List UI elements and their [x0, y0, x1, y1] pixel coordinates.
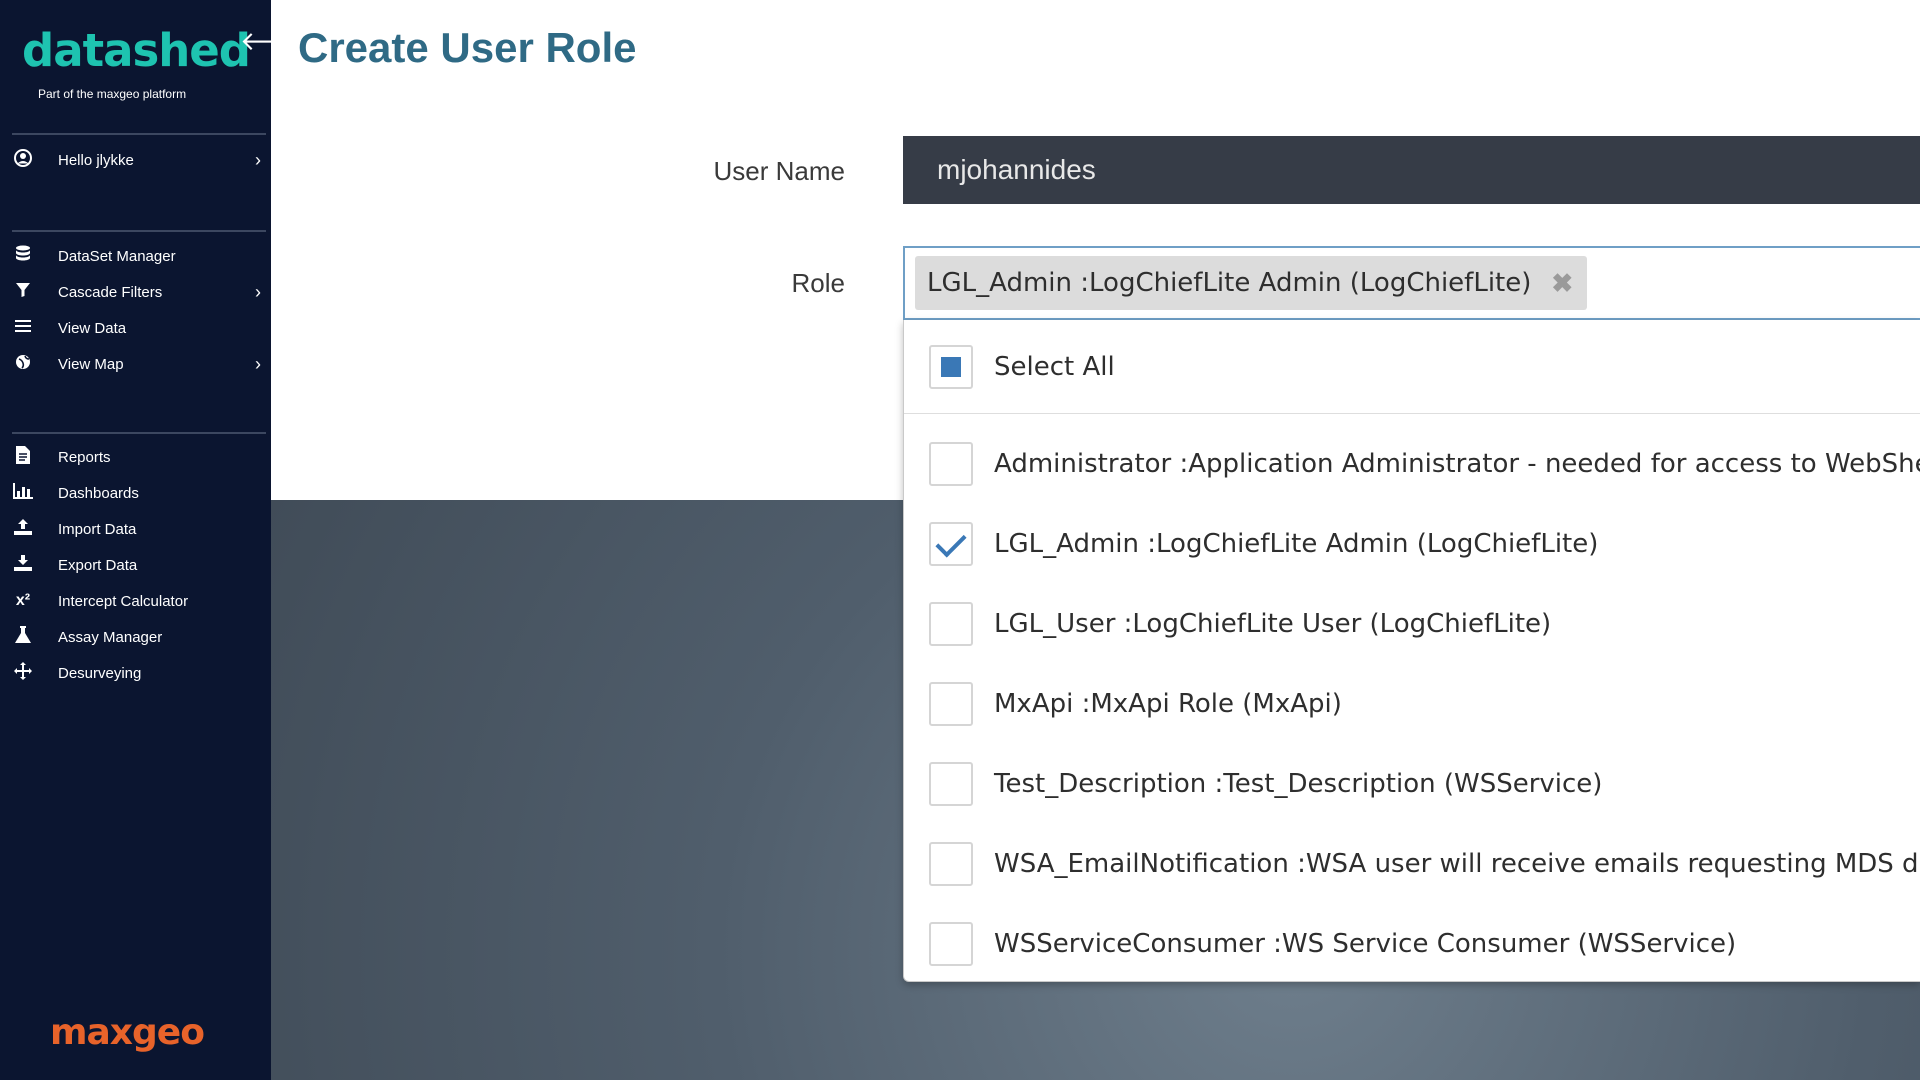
- list-icon: [12, 319, 34, 338]
- sidebar-divider: [12, 230, 266, 232]
- role-option[interactable]: LGL_Admin :LogChiefLite Admin (LogChiefL…: [904, 514, 1920, 574]
- option-checkbox[interactable]: [929, 842, 973, 886]
- option-label: WSServiceConsumer :WS Service Consumer (…: [994, 929, 1737, 959]
- sidebar-item-dataset-manager[interactable]: DataSet Manager: [0, 241, 271, 271]
- user-menu[interactable]: Hello jlykke ›: [0, 145, 271, 175]
- sidebar-item-label: Export Data: [58, 556, 138, 574]
- option-checkbox[interactable]: [929, 682, 973, 726]
- sidebar: datashed Part of the maxgeo platform 🡐 H…: [0, 0, 310, 1080]
- filter-icon: [12, 282, 34, 303]
- globe-icon: [12, 354, 34, 375]
- sidebar-item-label: View Map: [58, 355, 124, 373]
- sidebar-divider: [12, 133, 266, 135]
- role-dropdown: Select All Administrator :Application Ad…: [903, 320, 1920, 982]
- bar-chart-icon: [12, 482, 34, 504]
- option-label: LGL_Admin :LogChiefLite Admin (LogChiefL…: [994, 529, 1599, 559]
- option-checkbox[interactable]: [929, 442, 973, 486]
- chevron-right-icon: ›: [255, 353, 261, 374]
- username-label: User Name: [713, 156, 845, 186]
- role-option[interactable]: Administrator :Application Administrator…: [904, 434, 1920, 494]
- sidebar-item-label: Desurveying: [58, 664, 142, 682]
- sidebar-item-label: DataSet Manager: [58, 247, 176, 265]
- option-label: Test_Description :Test_Description (WSSe…: [994, 769, 1603, 799]
- option-checkbox[interactable]: [929, 922, 973, 966]
- sidebar-item-label: Assay Manager: [58, 628, 163, 646]
- maxgeo-logo[interactable]: maxgeo: [50, 1012, 205, 1053]
- datashed-logo[interactable]: datashed: [22, 24, 251, 77]
- chevron-right-icon: ›: [255, 149, 261, 170]
- user-circle-icon: [12, 148, 34, 172]
- role-option[interactable]: WSA_EmailNotification :WSA user will rec…: [904, 834, 1920, 894]
- role-label: Role: [791, 268, 845, 298]
- sidebar-item-view-map[interactable]: View Map ›: [0, 349, 271, 379]
- logo-tagline: Part of the maxgeo platform: [38, 87, 187, 101]
- select-all-option[interactable]: Select All: [904, 337, 1920, 397]
- sidebar-item-export-data[interactable]: Export Data: [0, 550, 271, 580]
- sidebar-item-cascade-filters[interactable]: Cascade Filters ›: [0, 277, 271, 307]
- option-checkbox[interactable]: [929, 762, 973, 806]
- role-option[interactable]: LGL_User :LogChiefLite User (LogChiefLit…: [904, 594, 1920, 654]
- option-checkbox[interactable]: [929, 602, 973, 646]
- sidebar-item-label: Reports: [58, 448, 111, 466]
- sidebar-item-label: View Data: [58, 319, 127, 337]
- role-option[interactable]: MxApi :MxApi Role (MxApi): [904, 674, 1920, 734]
- username-input[interactable]: [903, 136, 1920, 204]
- sidebar-item-view-data[interactable]: View Data: [0, 313, 271, 343]
- chevron-right-icon: ›: [255, 281, 261, 302]
- chip-remove-icon[interactable]: ✖: [1551, 268, 1573, 299]
- role-option[interactable]: Test_Description :Test_Description (WSSe…: [904, 754, 1920, 814]
- page-title: Create User Role: [298, 24, 637, 71]
- role-option[interactable]: WSServiceConsumer :WS Service Consumer (…: [904, 914, 1920, 974]
- document-icon: [12, 445, 34, 469]
- option-label: Administrator :Application Administrator…: [994, 449, 1920, 479]
- sidebar-item-label: Cascade Filters: [58, 283, 163, 301]
- database-icon: [12, 245, 34, 268]
- option-label: WSA_EmailNotification :WSA user will rec…: [994, 849, 1920, 879]
- sidebar-item-reports[interactable]: Reports: [0, 442, 271, 472]
- sidebar-item-dashboards[interactable]: Dashboards: [0, 478, 271, 508]
- role-multiselect[interactable]: LGL_Admin :LogChiefLite Admin (LogChiefL…: [903, 246, 1920, 320]
- sidebar-item-desurveying[interactable]: Desurveying: [0, 658, 271, 688]
- sidebar-divider: [12, 432, 266, 434]
- sidebar-item-label: Intercept Calculator: [58, 592, 189, 610]
- option-label: LGL_User :LogChiefLite User (LogChiefLit…: [994, 609, 1552, 639]
- chip-label: LGL_Admin :LogChiefLite Admin (LogChiefL…: [927, 268, 1532, 298]
- sidebar-item-assay-manager[interactable]: Assay Manager: [0, 622, 271, 652]
- option-label: MxApi :MxApi Role (MxApi): [994, 689, 1342, 719]
- sidebar-item-label: Import Data: [58, 520, 137, 538]
- option-checkbox[interactable]: [929, 522, 973, 566]
- flask-icon: [12, 625, 34, 649]
- sidebar-item-intercept-calculator[interactable]: x² Intercept Calculator: [0, 586, 271, 616]
- upload-icon: [12, 518, 34, 540]
- move-icon: [12, 661, 34, 685]
- selected-role-chip: LGL_Admin :LogChiefLite Admin (LogChiefL…: [915, 256, 1588, 310]
- superscript-icon: x²: [15, 592, 31, 609]
- select-all-checkbox[interactable]: [929, 345, 973, 389]
- sidebar-item-label: Dashboards: [58, 484, 139, 502]
- sidebar-item-import-data[interactable]: Import Data: [0, 514, 271, 544]
- download-icon: [12, 554, 34, 576]
- user-greeting: Hello jlykke: [58, 151, 134, 169]
- dropdown-divider: [904, 413, 1920, 414]
- option-label: Select All: [994, 352, 1115, 382]
